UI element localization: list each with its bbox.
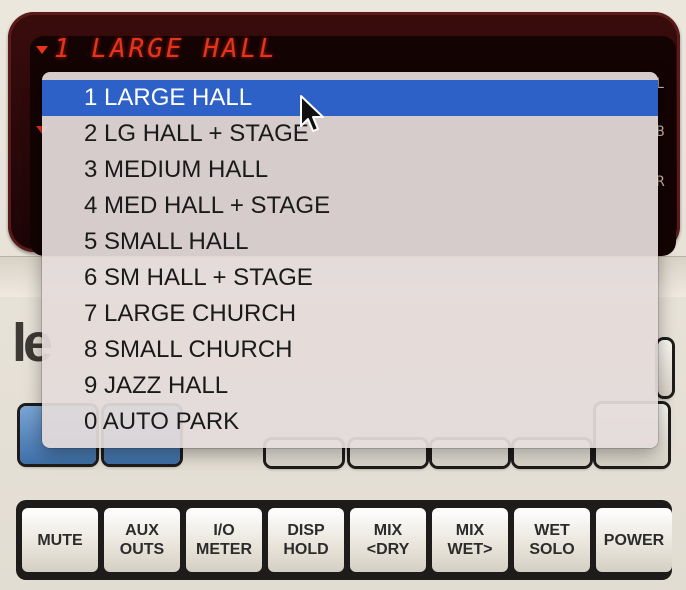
menu-item-small-church[interactable]: 8 SMALL CHURCH — [42, 332, 658, 368]
menu-item-lg-hall-stage[interactable]: 2 LG HALL + STAGE — [42, 116, 658, 152]
mix-dry-button[interactable]: MIX <DRY — [350, 508, 426, 572]
disp-hold-button[interactable]: DISP HOLD — [268, 508, 344, 572]
aux-outs-button[interactable]: AUX OUTS — [104, 508, 180, 572]
preset-arrow-icon[interactable] — [36, 46, 48, 54]
menu-item-med-hall-stage[interactable]: 4 MED HALL + STAGE — [42, 188, 658, 224]
menu-item-large-hall[interactable]: 1 LARGE HALL — [42, 80, 658, 116]
preset-name-display[interactable]: 1 LARGE HALL — [54, 34, 278, 64]
menu-item-auto-park[interactable]: 0 AUTO PARK — [42, 404, 658, 440]
menu-item-jazz-hall[interactable]: 9 JAZZ HALL — [42, 368, 658, 404]
display-side-letter: R — [656, 174, 665, 190]
power-button[interactable]: POWER — [596, 508, 672, 572]
mute-button[interactable]: MUTE — [22, 508, 98, 572]
display-side-letter: L — [656, 76, 665, 92]
display-side-letter: B — [656, 124, 665, 140]
upper-right-button[interactable] — [658, 340, 672, 396]
mix-wet-button[interactable]: MIX WET> — [432, 508, 508, 572]
menu-item-large-church[interactable]: 7 LARGE CHURCH — [42, 296, 658, 332]
io-meter-button[interactable]: I/O METER — [186, 508, 262, 572]
mouse-cursor-icon — [300, 95, 324, 132]
preset-dropdown-menu: 1 LARGE HALL 2 LG HALL + STAGE 3 MEDIUM … — [42, 72, 658, 448]
wet-solo-button[interactable]: WET SOLO — [514, 508, 590, 572]
menu-item-sm-hall-stage[interactable]: 6 SM HALL + STAGE — [42, 260, 658, 296]
menu-item-medium-hall[interactable]: 3 MEDIUM HALL — [42, 152, 658, 188]
menu-item-small-hall[interactable]: 5 SMALL HALL — [42, 224, 658, 260]
